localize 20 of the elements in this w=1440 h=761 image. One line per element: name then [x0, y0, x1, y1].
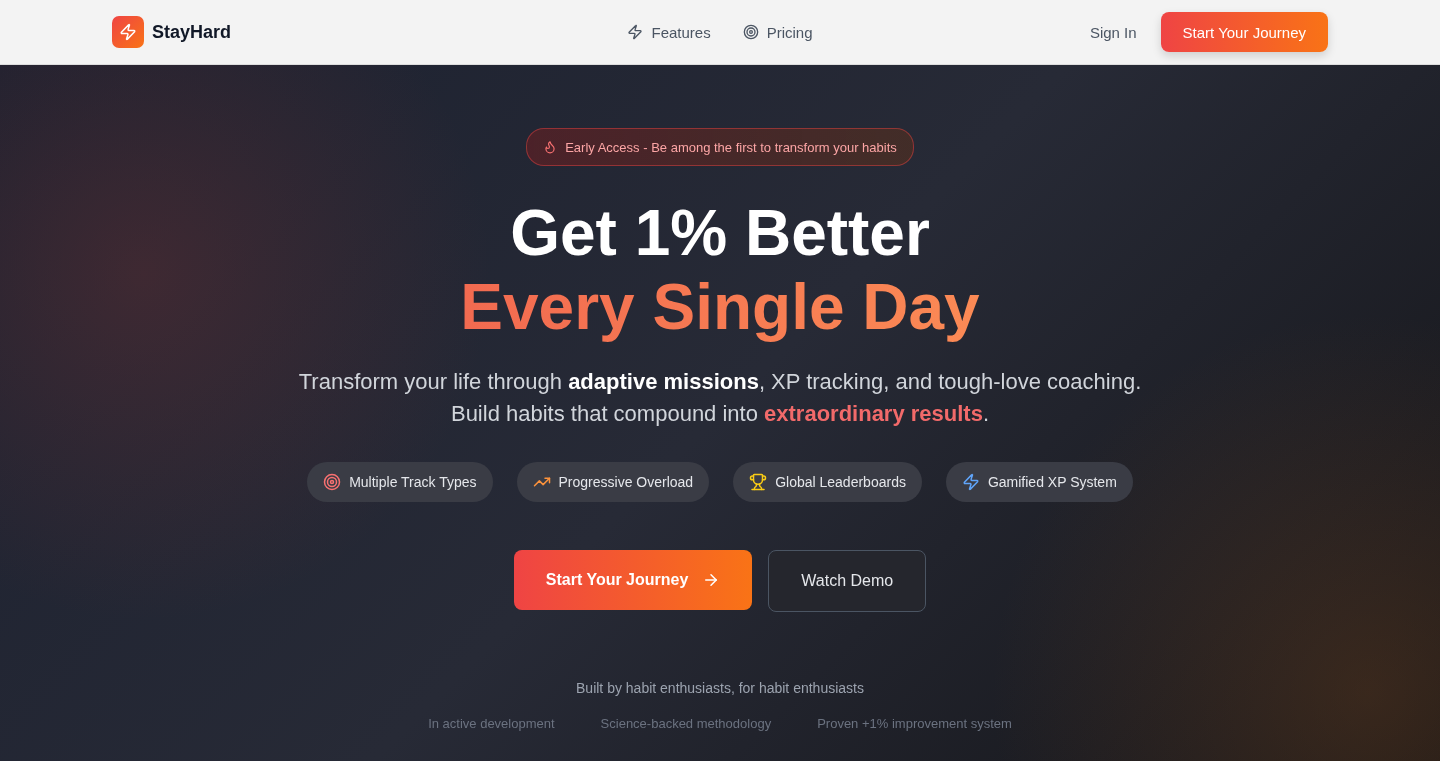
tagline: Built by habit enthusiasts, for habit enthusiasts [576, 680, 864, 696]
target-icon [742, 24, 759, 40]
sign-in-link[interactable]: Sign In [1089, 23, 1137, 41]
hero-subtitle: Transform your life through adaptive missions, XP tracking, and tough-love coaching. Build habits that compound into extraordinary results. [297, 368, 1143, 428]
feature-pill: Gamified XP System [945, 462, 1133, 502]
nav-link[interactable]: Features [627, 23, 711, 41]
brand-name: StayHard [152, 21, 232, 43]
feature-pill: Global Leaderboards [733, 462, 922, 502]
lightning-icon [627, 24, 644, 40]
feature-pill: Progressive Overload [516, 462, 710, 502]
early-access-badge: Early Access - Be among the first to transform your habits [526, 128, 914, 166]
logo-icon [112, 16, 144, 48]
nav-link[interactable]: Pricing [742, 23, 813, 41]
fact-text: In active development [428, 716, 555, 731]
fact-text: Proven +1% improvement system [817, 716, 1012, 731]
feature-pill: Multiple Track Types [307, 462, 493, 502]
hero-title: Get 1% Better [510, 196, 930, 270]
watch-demo-button[interactable]: Watch Demo [768, 550, 927, 612]
flame-icon [543, 140, 558, 154]
fact-text: Science-backed methodology [600, 716, 772, 731]
